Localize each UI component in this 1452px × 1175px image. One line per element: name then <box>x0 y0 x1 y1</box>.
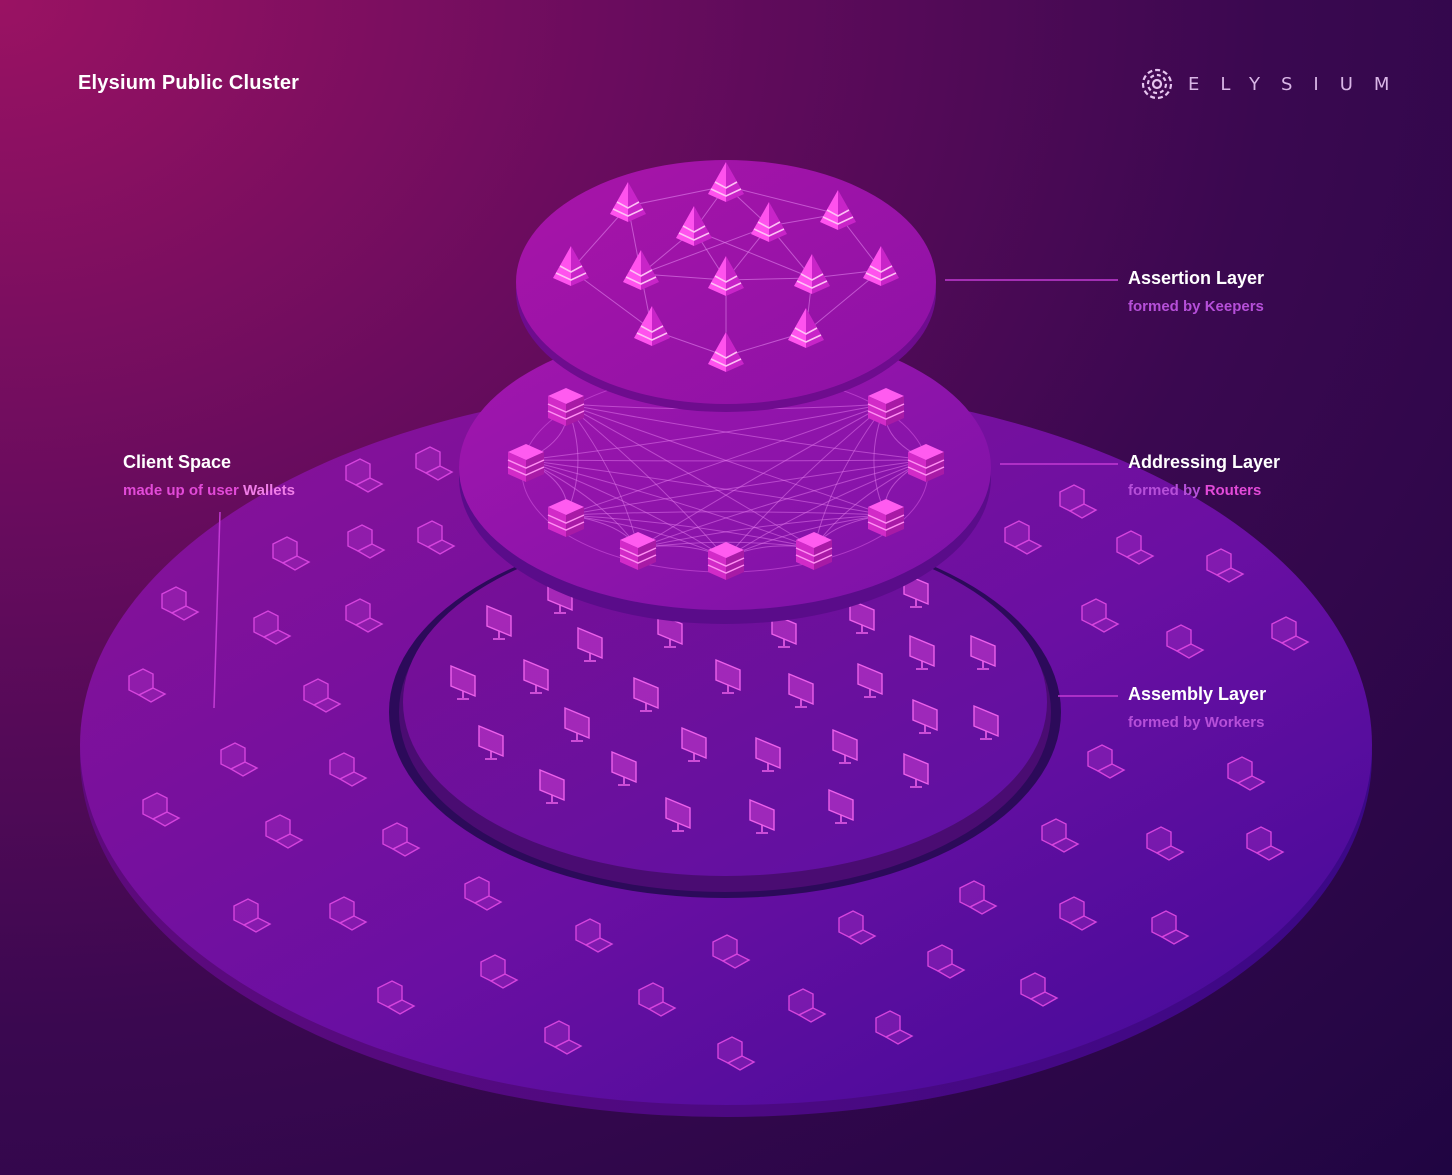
addressing-layer-subtitle: formed by Routers <box>1128 482 1280 499</box>
client-space-title: Client Space <box>123 452 232 472</box>
stacked-cube-icon <box>867 387 905 427</box>
stacked-cube-icon <box>619 531 657 571</box>
assertion-layer-label: Assertion Layer formed by Keepers <box>1128 268 1264 315</box>
stacked-cube-icon <box>707 541 745 581</box>
addressing-highlight: Routers <box>1204 482 1262 499</box>
assembly-highlight: Workers <box>1204 714 1265 731</box>
assertion-layer-subtitle: formed by Keepers <box>1128 298 1264 315</box>
assembly-layer-title: Assembly Layer <box>1128 684 1267 704</box>
stacked-cube-icon <box>507 443 545 483</box>
addressing-layer-title: Addressing Layer <box>1128 452 1281 472</box>
stacked-cube-icon <box>867 498 905 538</box>
client-space-subtitle: made up of user Wallets <box>123 482 295 499</box>
elysium-swirl-icon <box>1141 68 1173 100</box>
assembly-layer-label: Assembly Layer formed by Workers <box>1128 684 1266 731</box>
client-space-label: Client Space made up of user Wallets <box>123 452 295 499</box>
client-highlight: Wallets <box>243 482 295 499</box>
assertion-layer-title: Assertion Layer <box>1128 268 1265 288</box>
assertion-prefix: formed by <box>1128 298 1201 315</box>
page-title: Elysium Public Cluster <box>78 72 300 94</box>
stacked-cube-icon <box>547 387 585 427</box>
stacked-cube-icon <box>547 498 585 538</box>
elysium-logo: ELYSIUM <box>1140 66 1410 102</box>
logo-wordmark: ELYSIUM <box>1188 73 1411 95</box>
addressing-layer-label: Addressing Layer formed by Routers <box>1128 452 1280 499</box>
assembly-layer-subtitle: formed by Workers <box>1128 714 1266 731</box>
stacked-cube-icon <box>795 531 833 571</box>
assertion-highlight: Keepers <box>1204 298 1264 315</box>
addressing-prefix: formed by <box>1128 482 1201 499</box>
client-prefix: made up of user <box>123 482 239 499</box>
assembly-prefix: formed by <box>1128 714 1201 731</box>
stacked-cube-icon <box>907 443 945 483</box>
cluster-diagram <box>80 160 1372 1117</box>
